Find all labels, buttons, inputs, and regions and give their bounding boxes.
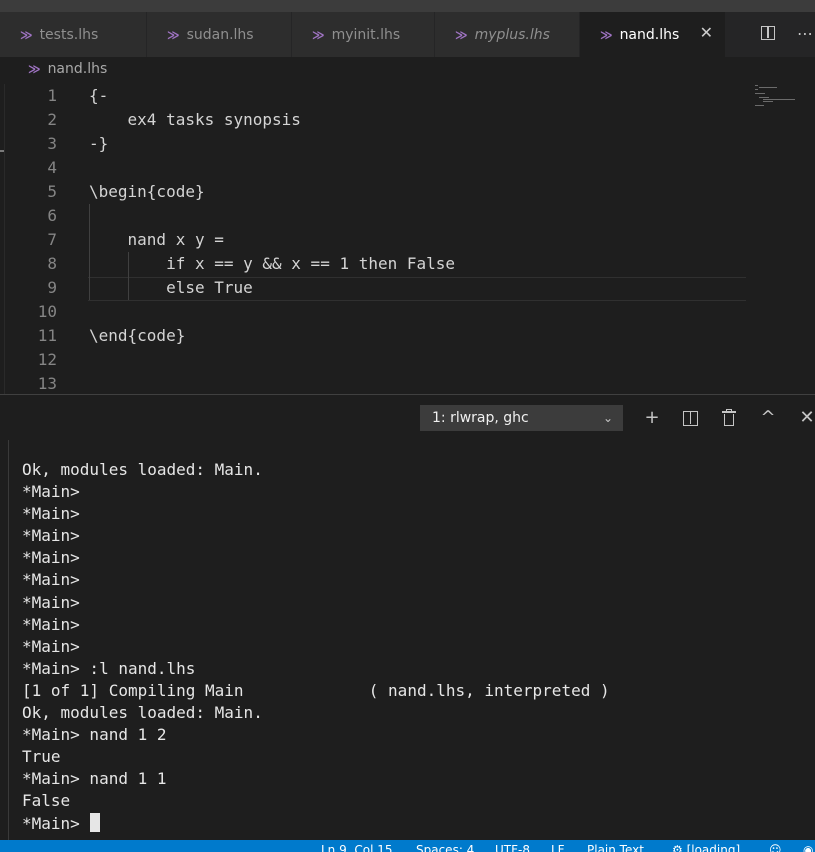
haskell-file-icon: ≫ [455,27,468,42]
line-number: 12 [37,350,57,369]
editor-tab-bar: ≫ tests.lhs ≫ sudan.lhs ≫ myinit.lhs ≫ m… [0,12,815,57]
status-language[interactable]: Plain Text [587,843,644,852]
title-bar-strip [0,0,815,12]
code-line: 7 nand x y = [0,228,746,252]
line-text: if x == y && x == 1 then False [89,254,456,273]
line-text: -} [89,134,109,153]
gear-icon: ⚙ [672,843,687,852]
tab-label: tests.lhs [39,26,99,43]
maximize-panel-icon[interactable]: ^ [758,405,778,431]
line-number: 6 [47,206,57,225]
terminal-border [8,440,9,840]
terminal-cursor [90,812,101,832]
tab-nand[interactable]: ≫ nand.lhs ✕ [580,12,726,57]
tab-label: myplus.lhs [474,26,550,43]
chevron-down-icon: ⌄ [602,411,613,425]
status-bar: Ln 9, Col 15 Spaces: 4 UTF-8 LF Plain Te… [0,840,815,852]
code-line: 10 [0,300,746,324]
line-text: {- [89,86,109,105]
haskell-file-icon: ≫ [167,27,180,42]
code-line: 3 -} [0,132,746,156]
code-line: 12 [0,348,746,372]
line-number: 8 [47,254,57,273]
line-text: ex4 tasks synopsis [89,110,301,129]
code-line: 1 {- [0,84,746,108]
code-line: 9 else True [0,276,746,300]
status-encoding[interactable]: UTF-8 [495,843,530,852]
line-number: 2 [47,110,57,129]
tab-label: nand.lhs [619,26,680,43]
tab-label: sudan.lhs [186,26,254,43]
split-terminal-icon[interactable] [683,411,698,426]
terminal-text: Ok, modules loaded: Main. *Main> *Main> … [22,460,610,833]
more-actions-icon[interactable]: ⋯ [797,24,813,43]
terminal-output[interactable]: Ok, modules loaded: Main. *Main> *Main> … [22,459,610,835]
code-line: 5 \begin{code} [0,180,746,204]
status-indentation[interactable]: Spaces: 4 [416,843,474,852]
split-editor-icon[interactable] [761,26,775,40]
line-number: 4 [47,158,57,177]
notifications-icon[interactable]: ◉ [803,843,813,852]
minimap[interactable] [755,85,800,110]
status-eol[interactable]: LF [551,843,565,852]
close-panel-icon[interactable]: ✕ [797,405,815,431]
line-number: 1 [47,86,57,105]
line-text: nand x y = [89,230,224,249]
line-text: \end{code} [89,326,186,345]
haskell-file-icon: ≫ [600,27,613,42]
terminal-panel: 1: rlwrap, ghc ⌄ + ^ ✕ Ok, modules loade… [0,394,815,840]
feedback-icon[interactable]: ☺ [769,843,782,852]
code-line: 4 [0,156,746,180]
terminal-select-value: 1: rlwrap, ghc [432,410,529,426]
code-line: 8 if x == y && x == 1 then False [0,252,746,276]
trash-icon[interactable] [722,409,736,426]
status-loading[interactable]: ⚙ [loading] [672,843,740,852]
code-editor[interactable]: 1 {- 2 ex4 tasks synopsis 3 -} 4 5 \begin{c… [0,84,815,394]
line-number: 5 [47,182,57,201]
tab-myplus[interactable]: ≫ myplus.lhs [435,12,580,57]
tab-label: myinit.lhs [331,26,401,43]
line-number: 7 [47,230,57,249]
tab-tests[interactable]: ≫ tests.lhs [0,12,147,57]
line-number: 3 [47,134,57,153]
code-line: 13 [0,372,746,396]
status-loading-label: [loading] [686,843,741,852]
close-icon[interactable]: ✕ [700,23,713,42]
tab-myinit[interactable]: ≫ myinit.lhs [292,12,435,57]
code-line: 2 ex4 tasks synopsis [0,108,746,132]
code-line: 6 [0,204,746,228]
terminal-select[interactable]: 1: rlwrap, ghc ⌄ [420,405,623,431]
breadcrumb-file: nand.lhs [47,61,108,77]
line-number: 10 [37,302,57,321]
haskell-file-icon: ≫ [312,27,325,42]
line-text: \begin{code} [89,182,205,201]
code-line: 11 \end{code} [0,324,746,348]
breadcrumb[interactable]: ≫ nand.lhs [28,61,107,77]
line-text: else True [89,278,253,297]
tab-sudan[interactable]: ≫ sudan.lhs [147,12,292,57]
haskell-file-icon: ≫ [20,27,33,42]
new-terminal-button[interactable]: + [642,405,662,431]
haskell-file-icon: ≫ [28,62,41,76]
line-number: 13 [37,374,57,393]
line-number: 9 [47,278,57,297]
status-cursor-position[interactable]: Ln 9, Col 15 [321,843,393,852]
line-number: 11 [37,326,57,345]
